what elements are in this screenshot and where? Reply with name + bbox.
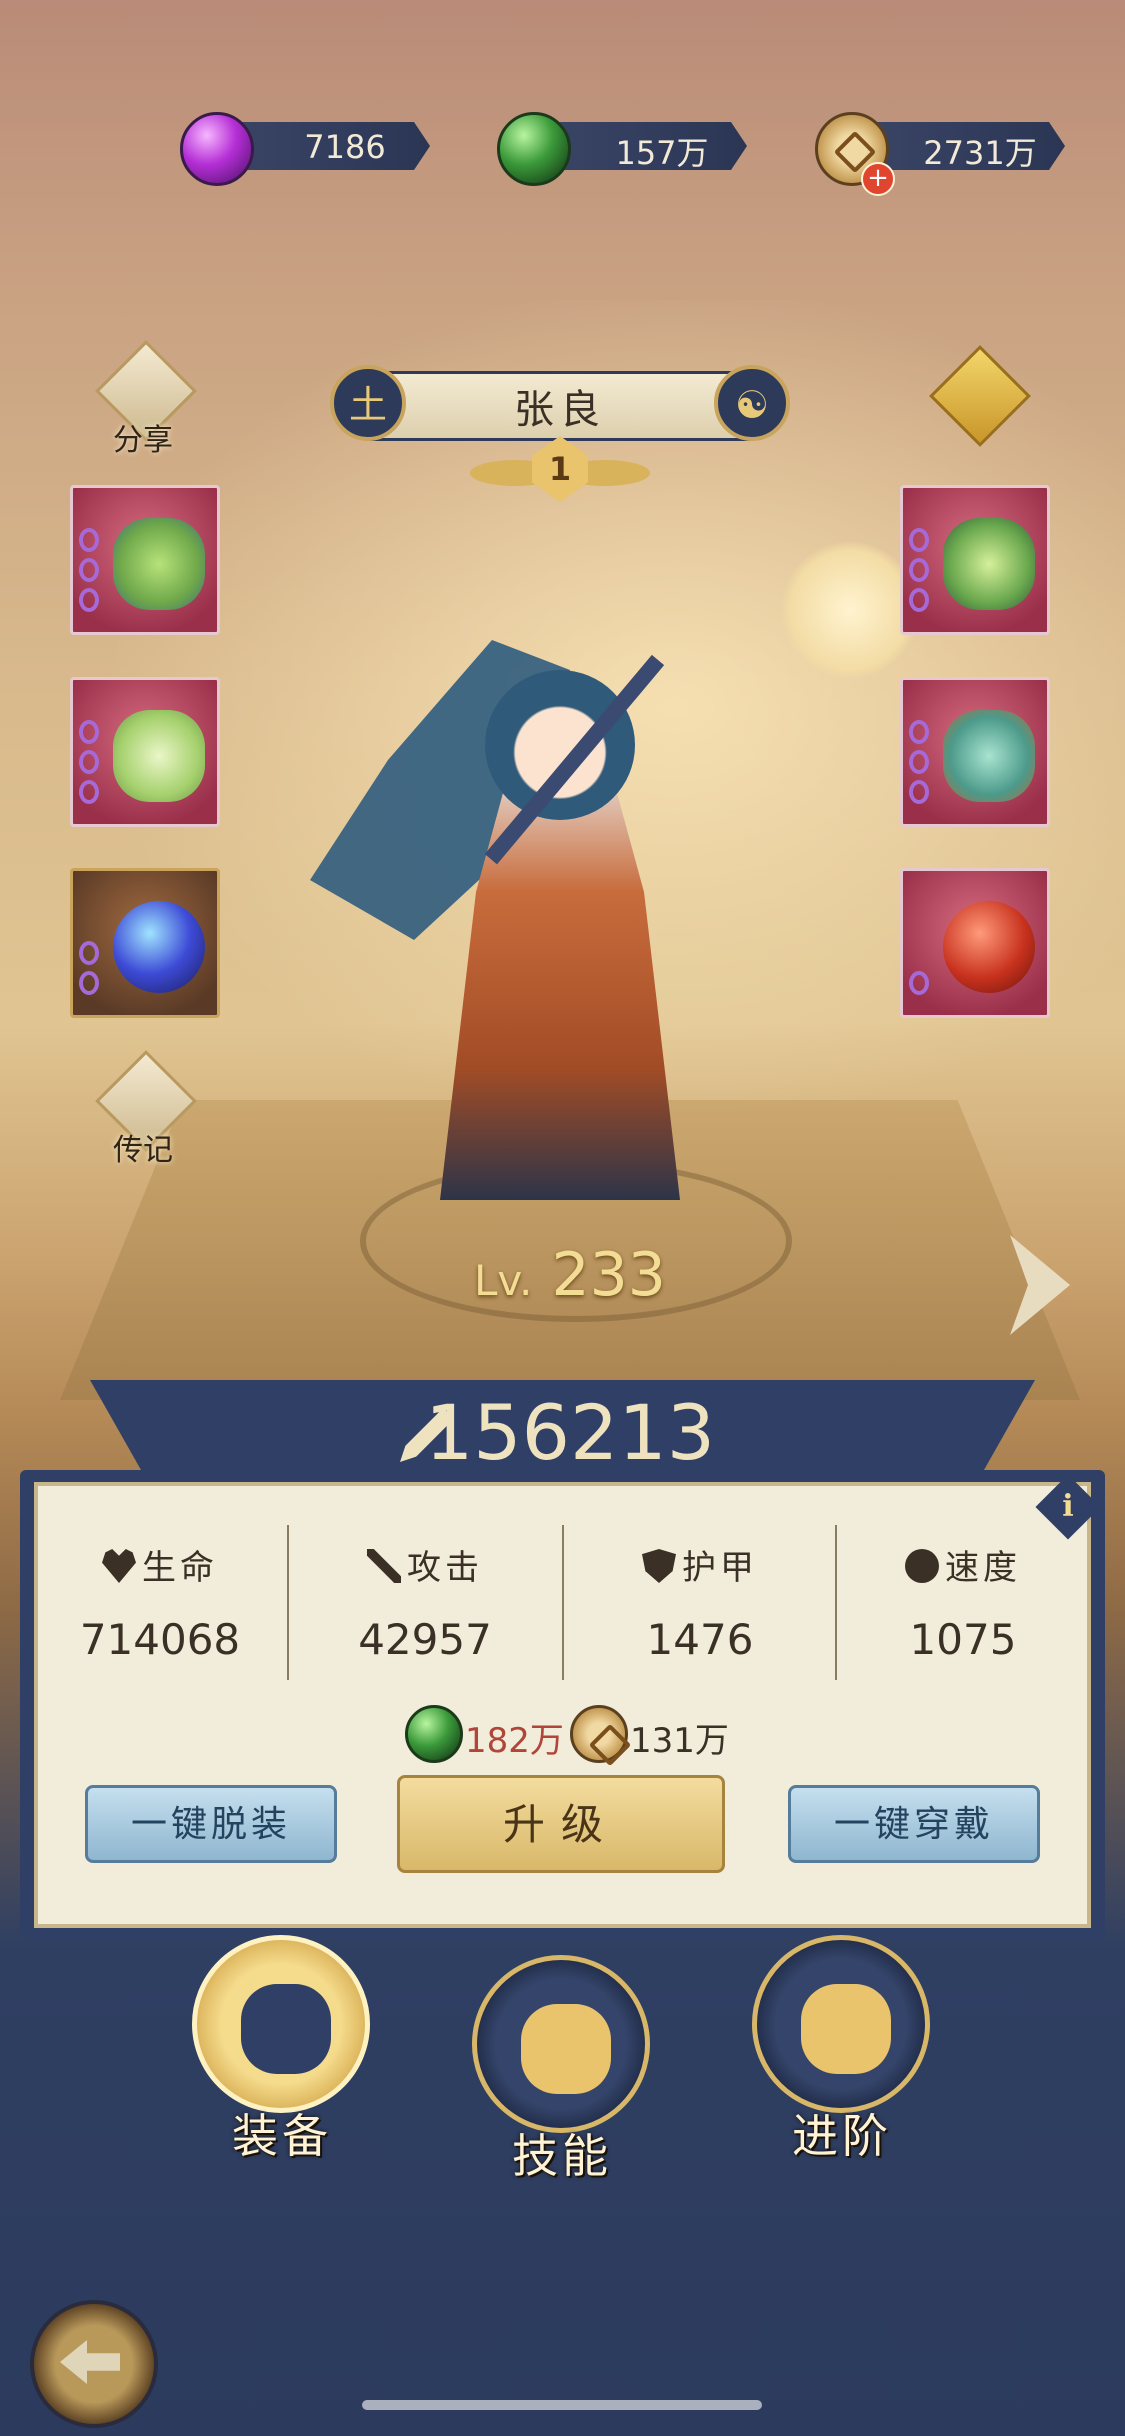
tab-skills[interactable]: 技能 — [472, 1955, 652, 2183]
hero-head — [485, 670, 635, 820]
lock-button[interactable] — [922, 345, 1032, 450]
cost-green-jade: 182万 — [405, 1705, 565, 1763]
home-indicator[interactable] — [362, 2400, 762, 2410]
chain-icon — [79, 588, 99, 612]
level-prefix: Lv. — [474, 1256, 533, 1305]
tab-advance[interactable]: 进阶 — [752, 1935, 932, 2163]
currency-value: 7186 — [304, 128, 386, 166]
tab-equipment[interactable]: 装备 — [192, 1935, 372, 2163]
back-arrow-icon — [60, 2340, 120, 2384]
info-icon[interactable]: i — [1045, 1484, 1091, 1530]
stat-speed: 速度 1075 — [833, 1540, 1093, 1670]
red-token-icon — [943, 901, 1035, 993]
tab-label: 进阶 — [792, 2109, 892, 2163]
tab-label: 装备 — [232, 2109, 332, 2163]
chain-icon — [909, 720, 929, 744]
green-jade-icon — [497, 112, 571, 186]
cost-value: 182万 — [465, 1721, 564, 1761]
biography-button[interactable]: 传记 — [88, 1050, 198, 1175]
stat-label: 速度 — [945, 1548, 1021, 1588]
upgrade-button[interactable]: 升级 — [397, 1775, 725, 1873]
stat-value: 42957 — [358, 1615, 492, 1664]
swirl-icon — [905, 1549, 939, 1583]
stat-label: 生命 — [142, 1548, 218, 1588]
chain-icon — [79, 558, 99, 582]
green-jade-icon — [405, 1705, 463, 1763]
back-button[interactable] — [30, 2300, 158, 2428]
yin-yang-icon[interactable]: ☯ — [714, 365, 790, 441]
equip-slot-token[interactable] — [900, 868, 1050, 1018]
crystal-orb-icon — [113, 901, 205, 993]
star-level: 1 — [532, 436, 588, 502]
equip-slot-scepter[interactable] — [70, 485, 220, 635]
currency-value: 2731万 — [923, 134, 1037, 172]
stat-divider — [287, 1525, 289, 1680]
stat-label: 攻击 — [407, 1548, 483, 1588]
level-value: 233 — [551, 1240, 666, 1310]
chain-icon — [909, 558, 929, 582]
stat-value: 1476 — [646, 1615, 754, 1664]
cost-copper-coin: 131万 — [570, 1705, 730, 1763]
green-robe-icon — [113, 710, 205, 802]
lock-icon — [929, 345, 1031, 447]
chain-icon — [909, 971, 929, 995]
hero-name: 张良 — [514, 387, 606, 433]
unequip-all-button[interactable]: 一键脱装 — [85, 1785, 337, 1863]
share-button[interactable]: 分享 — [88, 340, 198, 465]
chain-icon — [79, 750, 99, 774]
tassel-pendant-icon — [943, 710, 1035, 802]
equip-slot-robe[interactable] — [70, 677, 220, 827]
phoenix-icon — [801, 1984, 891, 2074]
stat-label: 护甲 — [682, 1548, 758, 1588]
stat-value: 1075 — [909, 1615, 1017, 1664]
hero-portrait[interactable] — [270, 560, 850, 1240]
stat-attack: 攻击 42957 — [295, 1540, 555, 1670]
chain-icon — [79, 941, 99, 965]
purple-gem-icon — [180, 112, 254, 186]
chain-icon — [79, 780, 99, 804]
cost-value: 131万 — [630, 1721, 729, 1761]
chain-icon — [79, 720, 99, 744]
star-badge: 1 — [470, 436, 650, 506]
helmet-icon — [241, 1984, 331, 2074]
copper-coin-icon — [570, 1705, 628, 1763]
equip-all-button[interactable]: 一键穿戴 — [788, 1785, 1040, 1863]
combat-power: 156213 — [424, 1388, 716, 1477]
chain-icon — [909, 780, 929, 804]
tab-skills-circle — [472, 1955, 650, 2133]
chain-icon — [909, 588, 929, 612]
currency-value: 157万 — [615, 134, 709, 172]
currency-green-jade[interactable]: 157万 — [497, 112, 777, 186]
jade-boots-icon — [943, 518, 1035, 610]
chain-icon — [909, 528, 929, 552]
hero-nameplate: 张良 土 ☯ — [330, 365, 790, 441]
chain-icon — [79, 528, 99, 552]
share-label: 分享 — [113, 423, 173, 458]
equip-slot-pendant[interactable] — [900, 677, 1050, 827]
tab-label: 技能 — [512, 2129, 612, 2183]
stat-armor: 护甲 1476 — [570, 1540, 830, 1670]
element-badge[interactable]: 土 — [330, 365, 406, 441]
stat-value: 714068 — [79, 1615, 241, 1664]
tab-advance-circle — [752, 1935, 930, 2113]
currency-copper-coin[interactable]: + 2731万 — [815, 112, 1095, 196]
tab-equipment-circle — [192, 1935, 370, 2113]
currency-purple-gem[interactable]: 7186 — [180, 112, 460, 186]
add-currency-icon[interactable]: + — [861, 162, 895, 196]
shield-icon — [642, 1549, 676, 1583]
stat-divider — [562, 1525, 564, 1680]
heart-icon — [102, 1549, 136, 1583]
stat-hp: 生命 714068 — [30, 1540, 290, 1670]
chain-icon — [909, 750, 929, 774]
chain-icon — [79, 971, 99, 995]
crossed-swords-icon — [367, 1549, 401, 1583]
biography-label: 传记 — [113, 1133, 173, 1168]
hero-level: Lv. 233 — [430, 1240, 710, 1310]
flame-swirl-icon — [521, 2004, 611, 2094]
jade-scepter-icon — [113, 518, 205, 610]
equip-slot-boots[interactable] — [900, 485, 1050, 635]
equip-slot-orb[interactable] — [70, 868, 220, 1018]
